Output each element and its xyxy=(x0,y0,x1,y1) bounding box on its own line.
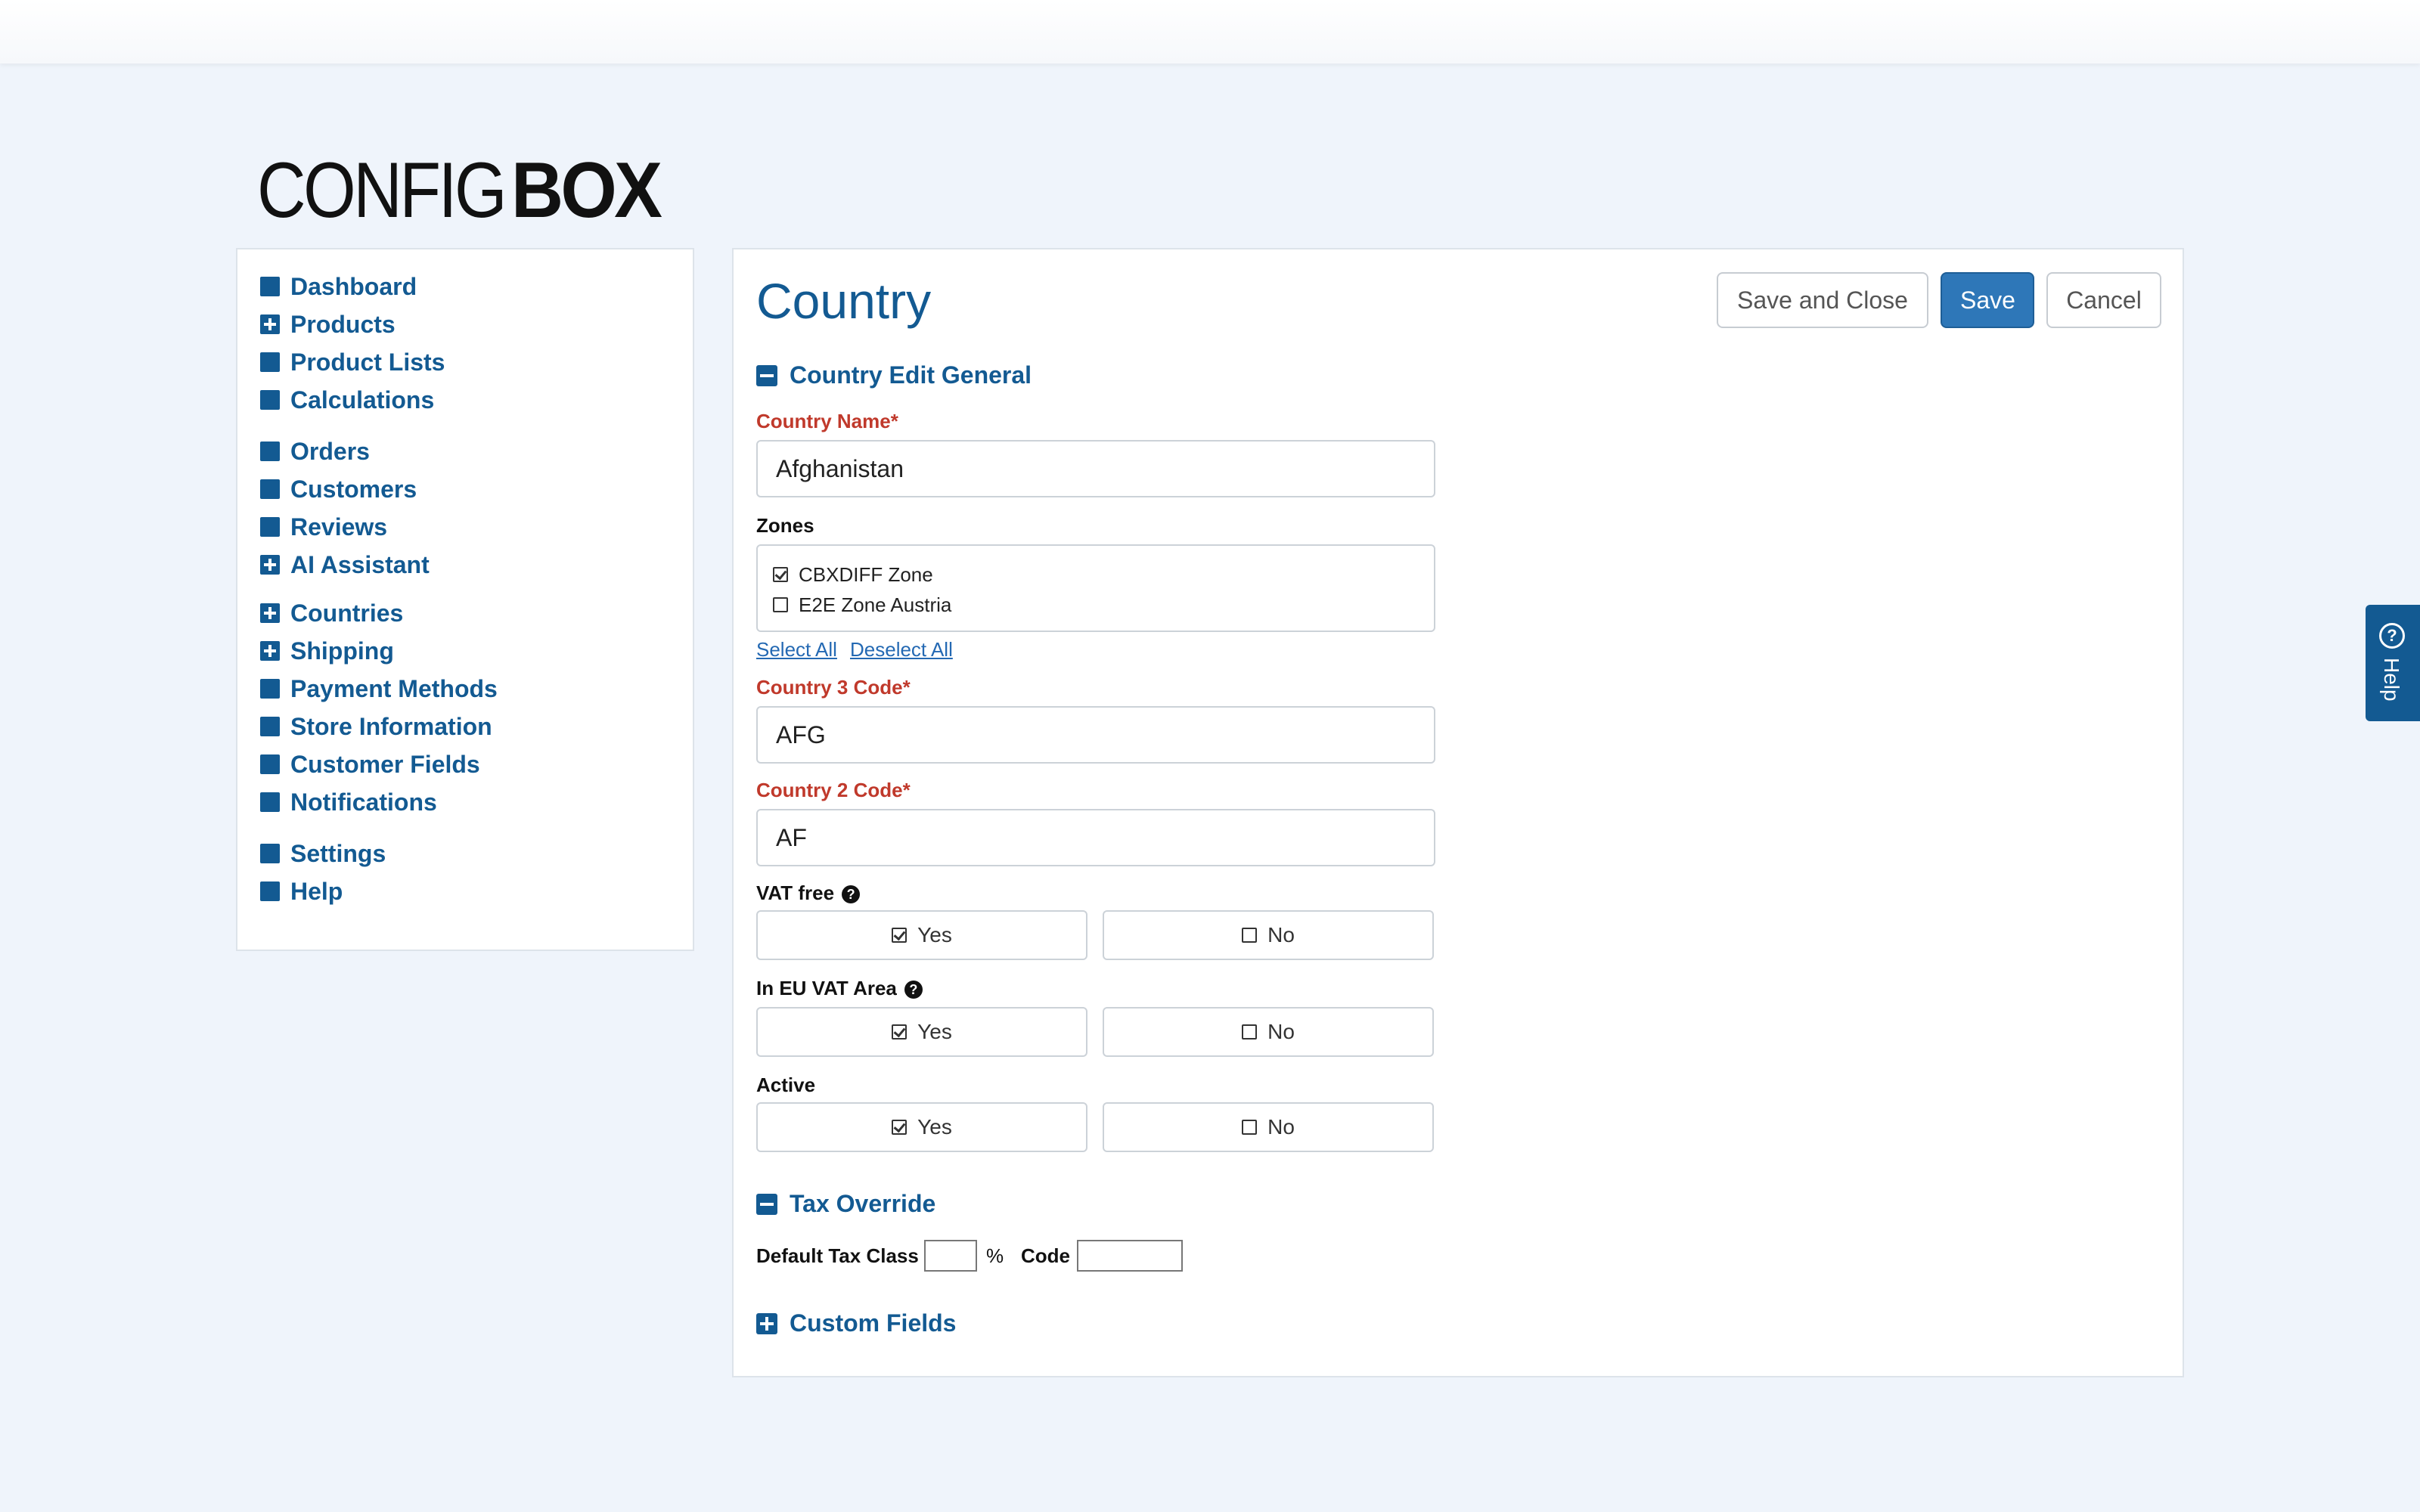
country-3-code-input[interactable] xyxy=(756,706,1435,764)
sidebar-item-product-lists[interactable]: Product Lists xyxy=(237,343,693,381)
sidebar-item-orders[interactable]: Orders xyxy=(237,432,693,470)
eu-vat-area-label: In EU VAT Area? xyxy=(756,977,923,1000)
square-icon xyxy=(260,479,280,499)
checkbox-empty-icon xyxy=(1242,1024,1258,1040)
country-3-code-label: Country 3 Code* xyxy=(756,676,911,699)
help-tab[interactable]: ? Help xyxy=(2366,605,2420,721)
zones-label: Zones xyxy=(756,514,814,537)
sidebar-item-calculations[interactable]: Calculations xyxy=(237,381,693,419)
checkbox-checked-icon xyxy=(892,1120,908,1135)
square-icon xyxy=(260,717,280,736)
save-and-close-button[interactable]: Save and Close xyxy=(1717,272,1928,328)
sidebar-item-customers[interactable]: Customers xyxy=(237,470,693,508)
sidebar-item-customer-fields[interactable]: Customer Fields xyxy=(237,745,693,783)
deselect-all-link[interactable]: Deselect All xyxy=(850,638,953,662)
country-edit-panel: Country Save and Close Save Cancel Count… xyxy=(732,248,2184,1377)
plus-square-icon[interactable] xyxy=(756,1312,777,1334)
save-button[interactable]: Save xyxy=(1941,272,2034,328)
select-all-link[interactable]: Select All xyxy=(756,638,837,662)
nav-group-sales: Orders Customers Reviews AI Assistant xyxy=(237,432,693,584)
active-yes-option[interactable]: Yes xyxy=(756,1102,1087,1152)
square-icon xyxy=(260,442,280,461)
zone-option-cbxdiff[interactable]: CBXDIFF Zone xyxy=(773,559,1419,590)
active-label: Active xyxy=(756,1074,816,1096)
sidebar-item-store-information[interactable]: Store Information xyxy=(237,708,693,745)
country-name-label: Country Name* xyxy=(756,410,898,432)
minus-square-icon[interactable] xyxy=(756,1193,777,1215)
country-name-input[interactable] xyxy=(756,440,1435,497)
eu-vat-yes-option[interactable]: Yes xyxy=(756,1007,1087,1057)
section-tax-override[interactable]: Tax Override xyxy=(756,1190,935,1218)
plus-square-icon[interactable] xyxy=(260,603,280,623)
plus-square-icon[interactable] xyxy=(260,641,280,661)
nav-group-store: Countries Shipping Payment Methods Store… xyxy=(237,594,693,821)
percent-sign: % xyxy=(986,1244,1004,1267)
configbox-logo: CONFIGBOX xyxy=(257,147,662,234)
sidebar-item-payment-methods[interactable]: Payment Methods xyxy=(237,670,693,708)
square-icon xyxy=(260,352,280,372)
sidebar-item-settings[interactable]: Settings xyxy=(237,835,693,872)
square-icon xyxy=(260,390,280,410)
square-icon xyxy=(260,277,280,296)
square-icon xyxy=(260,517,280,537)
checkbox-empty-icon[interactable] xyxy=(773,597,788,612)
top-bar xyxy=(0,0,2420,64)
zones-list: CBXDIFF Zone E2E Zone Austria xyxy=(756,544,1435,632)
vat-free-yes-option[interactable]: Yes xyxy=(756,910,1087,960)
tax-code-label: Code xyxy=(1021,1244,1070,1267)
sidebar: Dashboard Products Product Lists Calcula… xyxy=(236,248,694,951)
page-title: Country xyxy=(756,273,932,329)
vat-free-label: VAT free? xyxy=(756,881,861,905)
checkbox-empty-icon xyxy=(1242,928,1258,943)
zone-option-e2e-austria[interactable]: E2E Zone Austria xyxy=(773,590,1419,620)
default-tax-rate-input[interactable] xyxy=(924,1240,977,1272)
country-2-code-input[interactable] xyxy=(756,809,1435,866)
square-icon xyxy=(260,679,280,699)
question-mark-icon[interactable]: ? xyxy=(842,885,861,904)
default-tax-class-label: Default Tax Class xyxy=(756,1244,919,1267)
sidebar-item-products[interactable]: Products xyxy=(237,305,693,343)
sidebar-item-ai-assistant[interactable]: AI Assistant xyxy=(237,546,693,584)
square-icon xyxy=(260,844,280,863)
question-circle-icon: ? xyxy=(2379,623,2405,649)
plus-square-icon[interactable] xyxy=(260,314,280,334)
tax-code-input[interactable] xyxy=(1077,1240,1183,1272)
section-country-edit-general[interactable]: Country Edit General xyxy=(756,361,1032,389)
sidebar-item-help[interactable]: Help xyxy=(237,872,693,910)
vat-free-no-option[interactable]: No xyxy=(1103,910,1434,960)
country-2-code-label: Country 2 Code* xyxy=(756,779,911,801)
active-no-option[interactable]: No xyxy=(1103,1102,1434,1152)
sidebar-item-dashboard[interactable]: Dashboard xyxy=(237,268,693,305)
sidebar-item-countries[interactable]: Countries xyxy=(237,594,693,632)
square-icon xyxy=(260,881,280,901)
sidebar-item-reviews[interactable]: Reviews xyxy=(237,508,693,546)
checkbox-checked-icon xyxy=(892,1024,908,1040)
sidebar-item-notifications[interactable]: Notifications xyxy=(237,783,693,821)
cancel-button[interactable]: Cancel xyxy=(2046,272,2161,328)
nav-group-system: Settings Help xyxy=(237,835,693,910)
plus-square-icon[interactable] xyxy=(260,555,280,575)
eu-vat-no-option[interactable]: No xyxy=(1103,1007,1434,1057)
checkbox-checked-icon xyxy=(892,928,908,943)
question-mark-icon[interactable]: ? xyxy=(904,981,923,999)
checkbox-checked-icon[interactable] xyxy=(773,567,788,582)
nav-group-catalog: Dashboard Products Product Lists Calcula… xyxy=(237,268,693,419)
section-custom-fields[interactable]: Custom Fields xyxy=(756,1309,956,1337)
square-icon xyxy=(260,792,280,812)
checkbox-empty-icon xyxy=(1242,1120,1258,1135)
square-icon xyxy=(260,754,280,774)
minus-square-icon[interactable] xyxy=(756,364,777,386)
sidebar-item-shipping[interactable]: Shipping xyxy=(237,632,693,670)
